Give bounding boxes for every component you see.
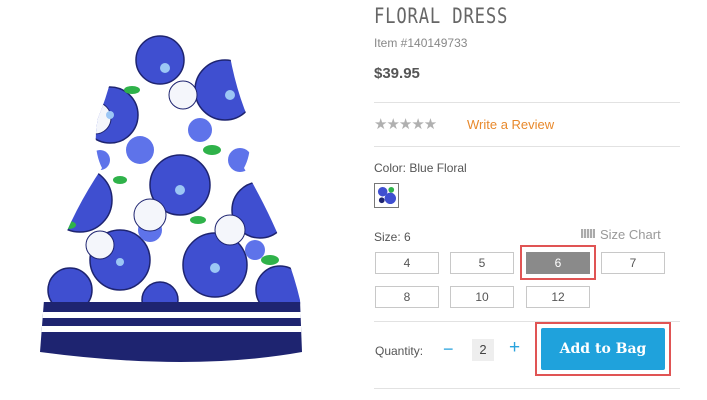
quantity-decrease-button[interactable]: − — [443, 339, 454, 360]
divider — [374, 321, 680, 322]
write-review-link[interactable]: Write a Review — [467, 117, 554, 132]
color-swatch-blue-floral[interactable] — [374, 183, 399, 208]
size-option-6[interactable]: 6 — [526, 252, 590, 274]
size-option-10[interactable]: 10 — [450, 286, 514, 308]
size-option-8[interactable]: 8 — [375, 286, 439, 308]
color-label: Color: Blue Floral — [374, 161, 467, 175]
size-option-12[interactable]: 12 — [526, 286, 590, 308]
item-number: Item #140149733 — [374, 36, 468, 50]
quantity-label: Quantity: — [375, 344, 424, 358]
divider — [374, 146, 680, 147]
size-chart-link[interactable]: Size Chart — [581, 227, 661, 242]
divider — [374, 388, 680, 389]
size-option-4[interactable]: 4 — [375, 252, 439, 274]
swatch-pattern — [377, 186, 396, 205]
rating-stars: ★★★★★ — [374, 116, 437, 133]
product-price: $39.95 — [374, 65, 420, 82]
size-chart-label: Size Chart — [600, 227, 661, 242]
divider — [374, 102, 680, 103]
product-image — [40, 8, 302, 362]
ruler-icon — [581, 229, 595, 238]
quantity-increase-button[interactable]: + — [509, 337, 520, 359]
add-to-bag-button[interactable]: Add to Bag — [541, 328, 665, 370]
product-title: FLORAL DRESS — [374, 4, 509, 28]
quantity-value[interactable]: 2 — [472, 339, 494, 361]
size-option-5[interactable]: 5 — [450, 252, 514, 274]
size-label: Size: 6 — [374, 230, 411, 244]
size-option-7[interactable]: 7 — [601, 252, 665, 274]
